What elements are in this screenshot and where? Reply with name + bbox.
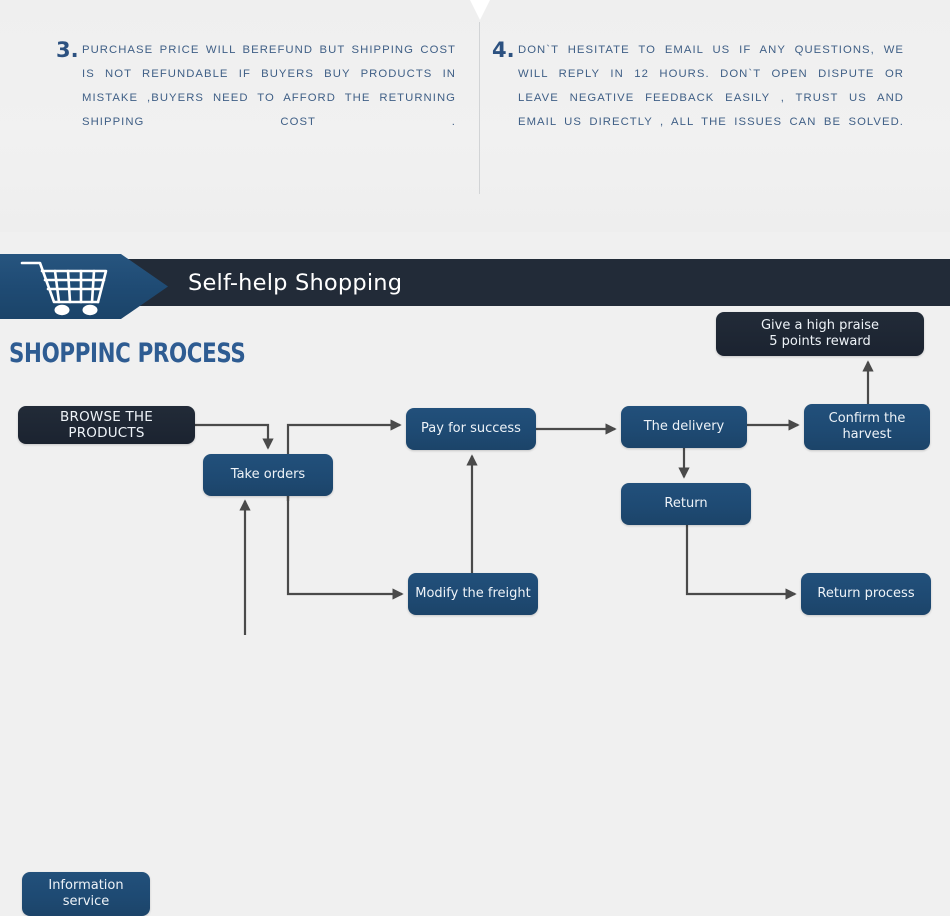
flow-node-label: Return xyxy=(664,496,708,511)
flow-node-pay-for-success[interactable]: Pay for success xyxy=(406,408,536,450)
flow-node-label: Pay for success xyxy=(421,421,521,436)
top-notch-decoration xyxy=(459,0,501,20)
flow-node-browse-the-products[interactable]: BROWSE THE PRODUCTS xyxy=(18,406,195,444)
flow-node-modify-the-freight[interactable]: Modify the freight xyxy=(408,573,538,615)
shopping-process-flowchart: BROWSE THE PRODUCTS Take orders Informat… xyxy=(0,306,950,916)
banner-title: Self-help Shopping xyxy=(188,269,403,296)
flow-node-confirm-the-harvest[interactable]: Confirm the harvest xyxy=(804,404,930,450)
flow-node-label: Confirm the harvest xyxy=(828,411,906,442)
flow-node-take-orders[interactable]: Take orders xyxy=(203,454,333,496)
flow-node-give-a-high-praise[interactable]: Give a high praise 5 points reward xyxy=(716,312,924,356)
note-text: DON`T HESITATE TO EMAIL US IF ANY QUESTI… xyxy=(518,44,904,128)
flow-node-the-delivery[interactable]: The delivery xyxy=(621,406,747,448)
terms-notes-section: 3. PURCHASE PRICE WILL BEREFUND BUT SHIP… xyxy=(0,0,950,232)
flow-node-label: The delivery xyxy=(643,419,725,434)
note-number: 4. xyxy=(492,38,515,62)
flow-node-label: BROWSE THE PRODUCTS xyxy=(60,409,153,441)
note-text: PURCHASE PRICE WILL BEREFUND BUT SHIPPIN… xyxy=(82,44,456,128)
flow-node-label: Return process xyxy=(817,586,915,601)
flow-node-label: Take orders xyxy=(230,467,306,482)
flow-node-return[interactable]: Return xyxy=(621,483,751,525)
note-item-3: 3. PURCHASE PRICE WILL BEREFUND BUT SHIP… xyxy=(56,38,456,158)
note-item-4: 4. DON`T HESITATE TO EMAIL US IF ANY QUE… xyxy=(492,38,904,158)
flow-node-label: Modify the freight xyxy=(415,586,531,601)
flow-node-return-process[interactable]: Return process xyxy=(801,573,931,615)
flow-node-label: Information service xyxy=(48,878,124,909)
flow-node-label: Give a high praise 5 points reward xyxy=(760,318,880,349)
notes-vertical-divider xyxy=(479,22,480,194)
note-number: 3. xyxy=(56,38,79,62)
flow-node-information-service[interactable]: Information service xyxy=(22,872,150,916)
shopping-cart-icon xyxy=(18,258,110,316)
